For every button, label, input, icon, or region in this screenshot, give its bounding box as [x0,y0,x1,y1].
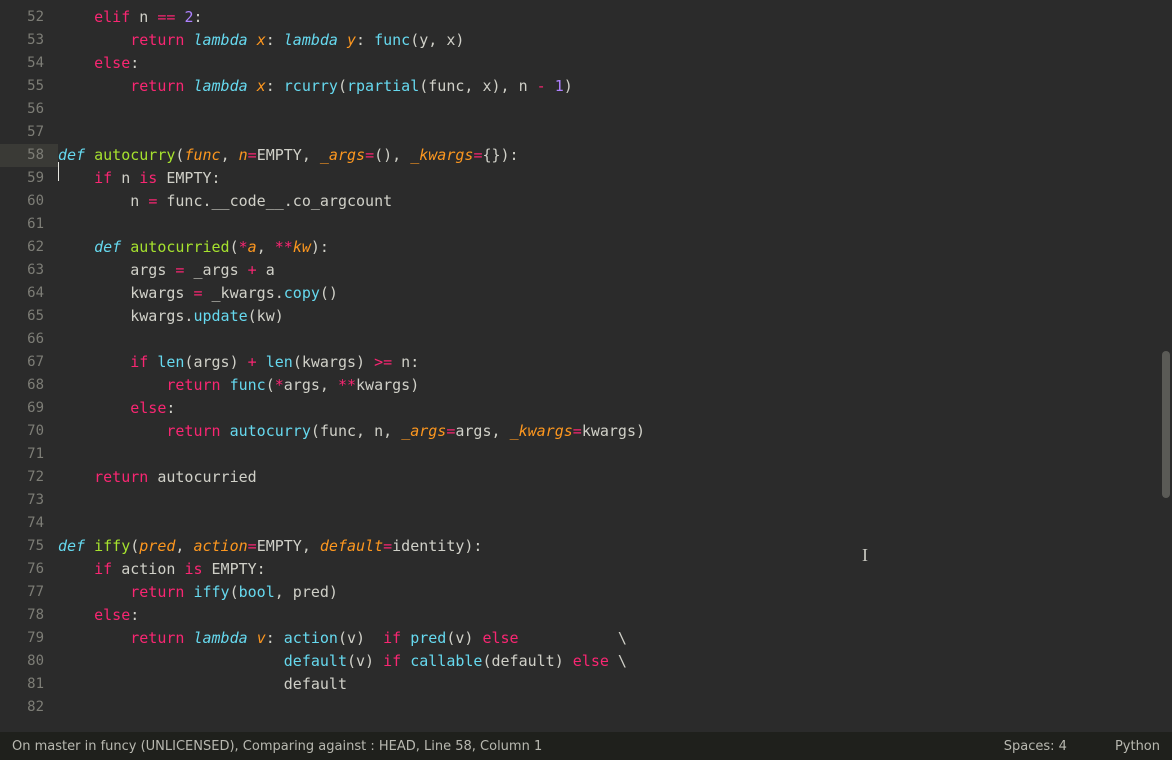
code-content[interactable]: args = _args + a [58,259,1172,282]
line-number: 81 [0,673,58,696]
code-line[interactable]: 67 if len(args) + len(kwargs) >= n: [0,351,1172,374]
line-number: 71 [0,443,58,466]
status-language[interactable]: Python [1115,739,1160,754]
line-number: 75 [0,535,58,558]
line-number: 62 [0,236,58,259]
code-line[interactable]: 61 [0,213,1172,236]
code-content[interactable]: def autocurry(func, n=EMPTY, _args=(), _… [58,144,1172,167]
line-number: 80 [0,650,58,673]
line-number: 59 [0,167,58,190]
vertical-scrollbar[interactable] [1160,0,1170,732]
line-number: 82 [0,696,58,719]
code-content[interactable]: if n is EMPTY: [58,167,1172,190]
line-number: 67 [0,351,58,374]
code-line[interactable]: 66 [0,328,1172,351]
code-line[interactable]: 59 if n is EMPTY: [0,167,1172,190]
code-content[interactable]: default(v) if callable(default) else \ [58,650,1172,673]
code-content[interactable]: if len(args) + len(kwargs) >= n: [58,351,1172,374]
code-line[interactable]: 80 default(v) if callable(default) else … [0,650,1172,673]
code-content[interactable]: return iffy(bool, pred) [58,581,1172,604]
code-content[interactable]: kwargs = _kwargs.copy() [58,282,1172,305]
code-content[interactable]: kwargs.update(kw) [58,305,1172,328]
code-line[interactable]: 68 return func(*args, **kwargs) [0,374,1172,397]
code-content[interactable]: return lambda v: action(v) if pred(v) el… [58,627,1172,650]
code-line[interactable]: 71 [0,443,1172,466]
code-line[interactable]: 57 [0,121,1172,144]
line-number: 69 [0,397,58,420]
code-line[interactable]: 69 else: [0,397,1172,420]
line-number: 65 [0,305,58,328]
code-line[interactable]: 54 else: [0,52,1172,75]
code-line[interactable]: 81 default [0,673,1172,696]
line-number: 66 [0,328,58,351]
code-line[interactable]: 72 return autocurried [0,466,1172,489]
code-line[interactable]: 79 return lambda v: action(v) if pred(v)… [0,627,1172,650]
code-content[interactable]: return autocurried [58,466,1172,489]
line-number: 70 [0,420,58,443]
code-line[interactable]: 76 if action is EMPTY: [0,558,1172,581]
code-line[interactable]: 75def iffy(pred, action=EMPTY, default=i… [0,535,1172,558]
line-number: 55 [0,75,58,98]
line-number: 53 [0,29,58,52]
code-content[interactable]: return lambda x: lambda y: func(y, x) [58,29,1172,52]
code-content[interactable]: default [58,673,1172,696]
code-line[interactable]: 52 elif n == 2: [0,6,1172,29]
line-number: 58 [0,144,58,167]
code-line[interactable]: 73 [0,489,1172,512]
scrollbar-thumb[interactable] [1162,351,1170,497]
line-number: 72 [0,466,58,489]
line-number: 79 [0,627,58,650]
code-content[interactable]: def autocurried(*a, **kw): [58,236,1172,259]
status-vcs-text: On master in funcy (UNLICENSED), Compari… [12,739,542,754]
line-number: 56 [0,98,58,121]
code-line[interactable]: 78 else: [0,604,1172,627]
status-indent[interactable]: Spaces: 4 [1004,739,1067,754]
code-content[interactable]: else: [58,397,1172,420]
line-number: 52 [0,6,58,29]
code-content[interactable]: return lambda x: rcurry(rpartial(func, x… [58,75,1172,98]
status-left[interactable]: On master in funcy (UNLICENSED), Compari… [12,739,1004,754]
code-line[interactable]: 63 args = _args + a [0,259,1172,282]
code-editor[interactable]: 51 return func52 elif n == 2:53 return l… [0,0,1172,732]
line-number: 57 [0,121,58,144]
line-number: 61 [0,213,58,236]
code-content[interactable]: return autocurry(func, n, _args=args, _k… [58,420,1172,443]
code-line[interactable]: 82 [0,696,1172,719]
code-line[interactable]: 53 return lambda x: lambda y: func(y, x) [0,29,1172,52]
code-line[interactable]: 70 return autocurry(func, n, _args=args,… [0,420,1172,443]
line-number: 78 [0,604,58,627]
line-number: 73 [0,489,58,512]
code-line[interactable]: 58def autocurry(func, n=EMPTY, _args=(),… [0,144,1172,167]
code-content[interactable]: if action is EMPTY: [58,558,1172,581]
line-number: 74 [0,512,58,535]
line-number: 64 [0,282,58,305]
code-content[interactable]: else: [58,52,1172,75]
status-bar: On master in funcy (UNLICENSED), Compari… [0,732,1172,760]
code-line[interactable]: 55 return lambda x: rcurry(rpartial(func… [0,75,1172,98]
line-number: 68 [0,374,58,397]
code-line[interactable]: 65 kwargs.update(kw) [0,305,1172,328]
code-line[interactable]: 64 kwargs = _kwargs.copy() [0,282,1172,305]
code-line[interactable]: 62 def autocurried(*a, **kw): [0,236,1172,259]
code-line[interactable]: 74 [0,512,1172,535]
line-number: 76 [0,558,58,581]
code-content[interactable]: n = func.__code__.co_argcount [58,190,1172,213]
code-content[interactable]: else: [58,604,1172,627]
line-number: 77 [0,581,58,604]
code-content[interactable]: def iffy(pred, action=EMPTY, default=ide… [58,535,1172,558]
code-line[interactable]: 60 n = func.__code__.co_argcount [0,190,1172,213]
code-content[interactable]: return func(*args, **kwargs) [58,374,1172,397]
code-content[interactable]: elif n == 2: [58,6,1172,29]
line-number: 63 [0,259,58,282]
code-line[interactable]: 56 [0,98,1172,121]
line-number: 60 [0,190,58,213]
code-line[interactable]: 77 return iffy(bool, pred) [0,581,1172,604]
line-number: 54 [0,52,58,75]
